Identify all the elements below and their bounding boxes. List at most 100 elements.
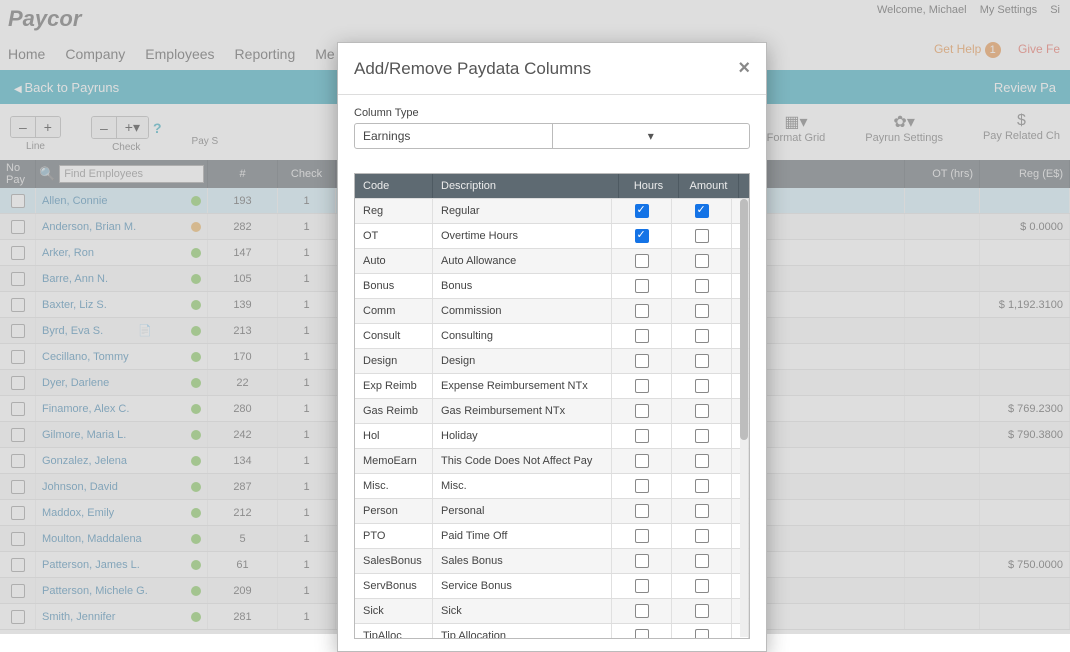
hours-checkbox[interactable] bbox=[612, 399, 672, 423]
code-row: TipAlloc Tip Allocation bbox=[355, 623, 749, 638]
code-row: SalesBonus Sales Bonus bbox=[355, 548, 749, 573]
scrollbar[interactable] bbox=[740, 199, 748, 637]
code-row: Misc. Misc. bbox=[355, 473, 749, 498]
modal-body: Column Type Earnings ▾ bbox=[338, 95, 766, 161]
code-row: Sick Sick bbox=[355, 598, 749, 623]
amount-checkbox[interactable] bbox=[672, 224, 732, 248]
code-value: Person bbox=[355, 499, 433, 523]
amount-checkbox[interactable] bbox=[672, 274, 732, 298]
column-type-label: Column Type bbox=[354, 107, 750, 119]
column-type-dropdown[interactable]: Earnings ▾ bbox=[354, 123, 750, 149]
code-description: Expense Reimbursement NTx bbox=[433, 374, 612, 398]
code-description: Overtime Hours bbox=[433, 224, 612, 248]
code-row: Bonus Bonus bbox=[355, 273, 749, 298]
hours-checkbox[interactable] bbox=[612, 449, 672, 473]
code-description: Regular bbox=[433, 199, 612, 223]
code-description: Holiday bbox=[433, 424, 612, 448]
hours-checkbox[interactable] bbox=[612, 199, 672, 223]
hours-checkbox[interactable] bbox=[612, 499, 672, 523]
hours-checkbox[interactable] bbox=[612, 474, 672, 498]
hours-checkbox[interactable] bbox=[612, 599, 672, 623]
code-description: Tip Allocation bbox=[433, 624, 612, 638]
hours-checkbox[interactable] bbox=[612, 549, 672, 573]
hours-checkbox[interactable] bbox=[612, 299, 672, 323]
amount-checkbox[interactable] bbox=[672, 574, 732, 598]
hours-checkbox[interactable] bbox=[612, 324, 672, 348]
hours-checkbox[interactable] bbox=[612, 624, 672, 638]
amount-checkbox[interactable] bbox=[672, 199, 732, 223]
hours-checkbox[interactable] bbox=[612, 224, 672, 248]
code-value: Comm bbox=[355, 299, 433, 323]
amount-checkbox[interactable] bbox=[672, 624, 732, 638]
code-description: Auto Allowance bbox=[433, 249, 612, 273]
code-value: Sick bbox=[355, 599, 433, 623]
amount-checkbox[interactable] bbox=[672, 499, 732, 523]
code-value: Reg bbox=[355, 199, 433, 223]
code-row: Person Personal bbox=[355, 498, 749, 523]
hours-checkbox[interactable] bbox=[612, 524, 672, 548]
code-table-body: Reg Regular OT Overtime Hours Auto Auto … bbox=[355, 198, 749, 638]
code-value: TipAlloc bbox=[355, 624, 433, 638]
hours-checkbox[interactable] bbox=[612, 374, 672, 398]
code-description: Commission bbox=[433, 299, 612, 323]
amount-checkbox[interactable] bbox=[672, 474, 732, 498]
amount-checkbox[interactable] bbox=[672, 449, 732, 473]
code-row: Design Design bbox=[355, 348, 749, 373]
code-value: Design bbox=[355, 349, 433, 373]
code-row: Hol Holiday bbox=[355, 423, 749, 448]
amount-checkbox[interactable] bbox=[672, 524, 732, 548]
hours-checkbox[interactable] bbox=[612, 574, 672, 598]
code-row: MemoEarn This Code Does Not Affect Pay bbox=[355, 448, 749, 473]
code-value: PTO bbox=[355, 524, 433, 548]
amount-checkbox[interactable] bbox=[672, 374, 732, 398]
amount-checkbox[interactable] bbox=[672, 349, 732, 373]
code-row: Reg Regular bbox=[355, 198, 749, 223]
code-description: Bonus bbox=[433, 274, 612, 298]
code-value: Hol bbox=[355, 424, 433, 448]
code-value: Auto bbox=[355, 249, 433, 273]
code-description: This Code Does Not Affect Pay bbox=[433, 449, 612, 473]
code-value: MemoEarn bbox=[355, 449, 433, 473]
code-value: Bonus bbox=[355, 274, 433, 298]
code-row: OT Overtime Hours bbox=[355, 223, 749, 248]
code-row: Comm Commission bbox=[355, 298, 749, 323]
code-value: Exp Reimb bbox=[355, 374, 433, 398]
code-description: Gas Reimbursement NTx bbox=[433, 399, 612, 423]
amount-checkbox[interactable] bbox=[672, 299, 732, 323]
code-row: Consult Consulting bbox=[355, 323, 749, 348]
amount-checkbox[interactable] bbox=[672, 249, 732, 273]
code-value: SalesBonus bbox=[355, 549, 433, 573]
code-value: Consult bbox=[355, 324, 433, 348]
hours-checkbox[interactable] bbox=[612, 349, 672, 373]
amount-checkbox[interactable] bbox=[672, 599, 732, 623]
scroll-thumb[interactable] bbox=[740, 199, 748, 440]
code-description: Sales Bonus bbox=[433, 549, 612, 573]
code-row: Exp Reimb Expense Reimbursement NTx bbox=[355, 373, 749, 398]
code-description: Paid Time Off bbox=[433, 524, 612, 548]
code-row: PTO Paid Time Off bbox=[355, 523, 749, 548]
hours-checkbox[interactable] bbox=[612, 274, 672, 298]
code-table-header: Code Description Hours Amount bbox=[355, 174, 749, 198]
amount-checkbox[interactable] bbox=[672, 324, 732, 348]
dropdown-value: Earnings bbox=[355, 129, 552, 143]
code-description: Personal bbox=[433, 499, 612, 523]
amount-checkbox[interactable] bbox=[672, 399, 732, 423]
amount-checkbox[interactable] bbox=[672, 549, 732, 573]
code-value: Misc. bbox=[355, 474, 433, 498]
header-code: Code bbox=[355, 174, 433, 198]
header-amount: Amount bbox=[679, 174, 739, 198]
code-row: ServBonus Service Bonus bbox=[355, 573, 749, 598]
code-description: Design bbox=[433, 349, 612, 373]
chevron-down-icon: ▾ bbox=[552, 124, 750, 148]
add-remove-columns-modal: Add/Remove Paydata Columns × Column Type… bbox=[337, 42, 767, 652]
hours-checkbox[interactable] bbox=[612, 249, 672, 273]
amount-checkbox[interactable] bbox=[672, 424, 732, 448]
modal-header: Add/Remove Paydata Columns × bbox=[338, 43, 766, 95]
header-hours: Hours bbox=[619, 174, 679, 198]
code-value: Gas Reimb bbox=[355, 399, 433, 423]
hours-checkbox[interactable] bbox=[612, 424, 672, 448]
code-row: Gas Reimb Gas Reimbursement NTx bbox=[355, 398, 749, 423]
code-description: Consulting bbox=[433, 324, 612, 348]
close-icon[interactable]: × bbox=[738, 57, 750, 80]
code-description: Misc. bbox=[433, 474, 612, 498]
